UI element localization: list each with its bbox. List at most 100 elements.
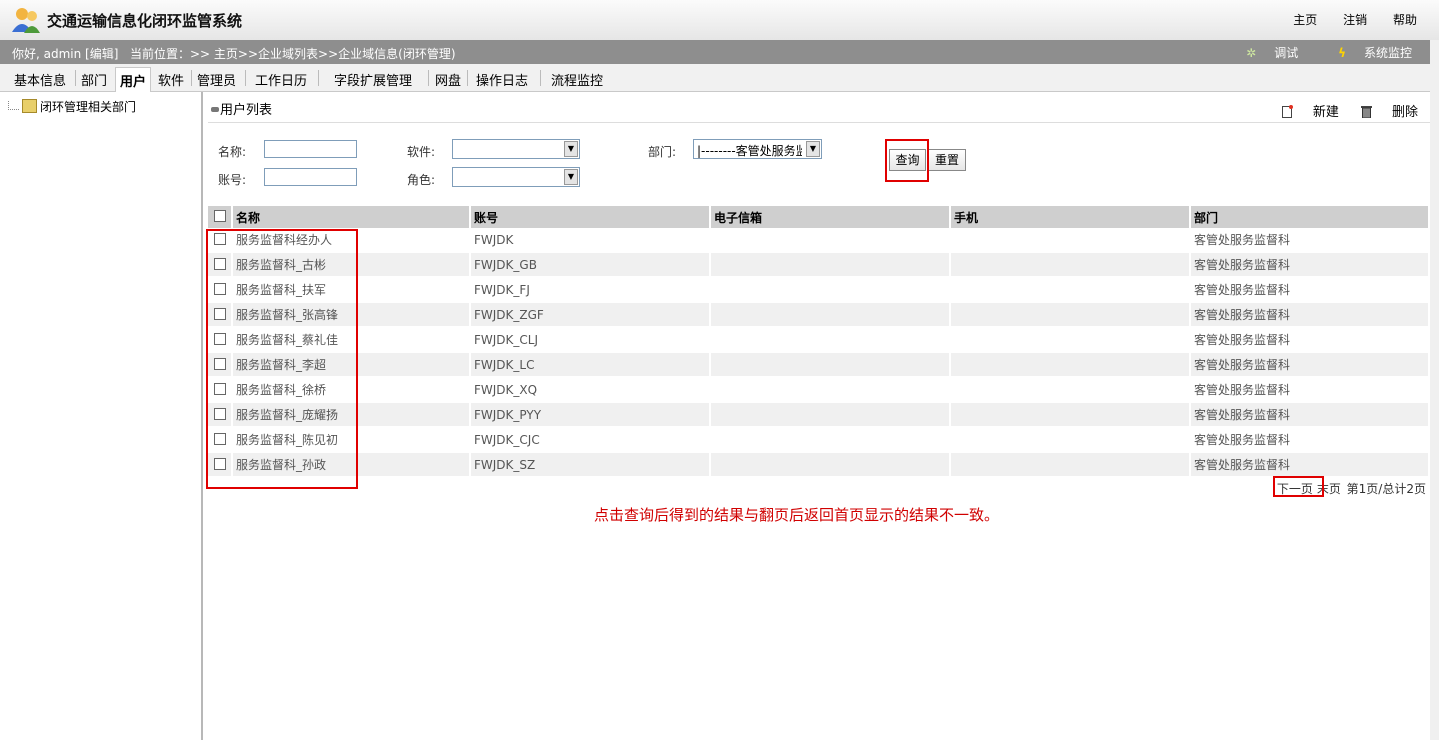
cell-dept: 客管处服务监督科 <box>1191 228 1430 253</box>
table-row[interactable]: 服务监督科_古彬 FWJDK_GB 客管处服务监督科 <box>208 253 1430 278</box>
tab-department[interactable]: 部门 <box>81 70 107 89</box>
info-bar: 你好, admin [编辑] 当前位置：>> 主页>>企业域列表>>企业域信息(… <box>0 40 1430 64</box>
tab-field-extension[interactable]: 字段扩展管理 <box>334 70 412 89</box>
delete-label: 删除 <box>1391 105 1418 120</box>
table-row[interactable]: 服务监督科_扶军 FWJDK_FJ 客管处服务监督科 <box>208 278 1430 303</box>
highlight-box-names <box>206 229 358 489</box>
folder-icon <box>22 99 37 113</box>
highlight-box-next-page <box>1273 476 1324 497</box>
table-header-row: 名称 账号 电子信箱 手机 部门 <box>208 206 1430 228</box>
tab-divider <box>540 70 541 86</box>
account-input[interactable] <box>264 168 357 186</box>
annotation-note: 点击查询后得到的结果与翻页后返回首页显示的结果不一致。 <box>594 506 1000 524</box>
table-row[interactable]: 服务监督科_蔡礼佳 FWJDK_CLJ 客管处服务监督科 <box>208 328 1430 353</box>
tree-connector-icon <box>8 101 19 110</box>
tab-software[interactable]: 软件 <box>158 70 184 89</box>
role-select[interactable]: ▼ <box>452 167 580 187</box>
table-row[interactable]: 服务监督科_孙政 FWJDK_SZ 客管处服务监督科 <box>208 453 1430 478</box>
tab-work-calendar[interactable]: 工作日历 <box>255 70 307 89</box>
tab-netdisk[interactable]: 网盘 <box>435 70 461 89</box>
cell-account: FWJDK_GB <box>471 253 711 278</box>
tab-users[interactable]: 用户 <box>115 67 152 93</box>
dept-select[interactable]: |--------客管处服务监 ▼ <box>693 139 822 159</box>
table-row[interactable]: 服务监督科_张高锋 FWJDK_ZGF 客管处服务监督科 <box>208 303 1430 328</box>
cell-account: FWJDK_CLJ <box>471 328 711 353</box>
logout-link[interactable]: 注销 <box>1343 13 1367 27</box>
tab-process-monitor[interactable]: 流程监控 <box>551 70 603 89</box>
panel-title: 用户列表 <box>211 99 272 118</box>
cell-phone <box>951 378 1191 403</box>
table-row[interactable]: 服务监督科经办人 FWJDK 客管处服务监督科 <box>208 228 1430 253</box>
col-email-header[interactable]: 电子信箱 <box>711 206 951 228</box>
cell-phone <box>951 303 1191 328</box>
tab-bar: 基本信息 部门 用户 软件 管理员 工作日历 字段扩展管理 网盘 操作日志 流程… <box>0 64 1430 93</box>
tree-node-root[interactable]: 闭环管理相关部门 <box>8 98 136 115</box>
cell-dept: 客管处服务监督科 <box>1191 303 1430 328</box>
tab-divider <box>191 70 192 86</box>
cell-dept: 客管处服务监督科 <box>1191 278 1430 303</box>
highlight-box-query <box>885 139 929 182</box>
cell-email <box>711 378 951 403</box>
top-bar: 交通运输信息化闭环监管系统 主页 注销 帮助 <box>0 0 1439 40</box>
col-phone-header[interactable]: 手机 <box>951 206 1191 228</box>
dropdown-arrow-icon: ▼ <box>564 141 578 157</box>
info-tools: ✲ 调试 ϟ 系统监控 <box>1210 44 1412 61</box>
col-dept-header[interactable]: 部门 <box>1191 206 1430 228</box>
cell-phone <box>951 453 1191 478</box>
debug-button[interactable]: ✲ 调试 <box>1228 46 1298 60</box>
cell-email <box>711 303 951 328</box>
tab-admin[interactable]: 管理员 <box>197 70 236 89</box>
help-link[interactable]: 帮助 <box>1393 13 1417 27</box>
name-input[interactable] <box>264 140 357 158</box>
delete-button[interactable]: 删除 <box>1360 105 1418 120</box>
tab-divider <box>75 70 76 86</box>
table-row[interactable]: 服务监督科_李超 FWJDK_LC 客管处服务监督科 <box>208 353 1430 378</box>
user-greeting[interactable]: 你好, admin [编辑] <box>12 45 118 62</box>
cell-account: FWJDK_LC <box>471 353 711 378</box>
app-title: 交通运输信息化闭环监管系统 <box>47 12 243 30</box>
cell-account: FWJDK_XQ <box>471 378 711 403</box>
table-row[interactable]: 服务监督科_庞耀扬 FWJDK_PYY 客管处服务监督科 <box>208 403 1430 428</box>
tab-operation-log[interactable]: 操作日志 <box>476 70 528 89</box>
tab-basic-info[interactable]: 基本信息 <box>14 70 66 89</box>
cell-email <box>711 428 951 453</box>
cell-email <box>711 453 951 478</box>
software-label: 软件: <box>407 145 436 159</box>
cell-account: FWJDK_SZ <box>471 453 711 478</box>
cell-dept: 客管处服务监督科 <box>1191 453 1430 478</box>
user-table: 名称 账号 电子信箱 手机 部门 服务监督科经办人 FWJDK 客管处服务监督科 服务… <box>208 206 1430 478</box>
account-label: 账号: <box>218 173 247 187</box>
cell-dept: 客管处服务监督科 <box>1191 378 1430 403</box>
tree-node-label: 闭环管理相关部门 <box>40 100 137 114</box>
lightning-icon: ϟ <box>1338 46 1346 60</box>
system-monitor-button[interactable]: ϟ 系统监控 <box>1320 46 1412 60</box>
software-select[interactable]: ▼ <box>452 139 580 159</box>
new-button[interactable]: 新建 <box>1281 105 1339 120</box>
cell-phone <box>951 328 1191 353</box>
cell-email <box>711 228 951 253</box>
page-info: 第1页/总计2页 <box>1346 482 1426 496</box>
cell-email <box>711 278 951 303</box>
users-logo-icon <box>12 8 40 33</box>
cell-account: FWJDK_PYY <box>471 403 711 428</box>
cell-email <box>711 328 951 353</box>
name-label: 名称: <box>218 145 247 159</box>
home-link[interactable]: 主页 <box>1293 13 1317 27</box>
page-scrollbar[interactable] <box>1430 40 1439 740</box>
reset-button[interactable]: 重置 <box>928 149 966 171</box>
table-row[interactable]: 服务监督科_徐桥 FWJDK_XQ 客管处服务监督科 <box>208 378 1430 403</box>
cell-dept: 客管处服务监督科 <box>1191 253 1430 278</box>
cell-phone <box>951 253 1191 278</box>
cell-dept: 客管处服务监督科 <box>1191 328 1430 353</box>
col-account-header[interactable]: 账号 <box>471 206 711 228</box>
table-row[interactable]: 服务监督科_陈见初 FWJDK_CJC 客管处服务监督科 <box>208 428 1430 453</box>
system-monitor-label: 系统监控 <box>1363 46 1412 60</box>
dropdown-arrow-icon: ▼ <box>564 169 578 185</box>
select-all-checkbox[interactable] <box>214 210 226 222</box>
col-name-header[interactable]: 名称 <box>233 206 471 228</box>
new-label: 新建 <box>1312 105 1339 120</box>
collapse-icon[interactable] <box>211 107 219 112</box>
dept-label: 部门: <box>648 145 677 159</box>
cell-account: FWJDK_CJC <box>471 428 711 453</box>
top-nav: 主页 注销 帮助 <box>1271 11 1417 28</box>
